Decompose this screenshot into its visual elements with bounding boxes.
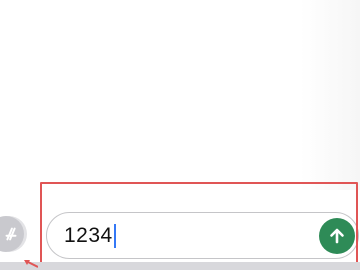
highlight-annotation-box bbox=[40, 182, 358, 268]
app-store-icon bbox=[5, 227, 17, 241]
keyboard-top-edge bbox=[0, 262, 360, 270]
conversation-edge-shade bbox=[300, 0, 360, 190]
annotation-arrow-icon bbox=[24, 260, 38, 268]
conversation-area bbox=[0, 0, 360, 190]
